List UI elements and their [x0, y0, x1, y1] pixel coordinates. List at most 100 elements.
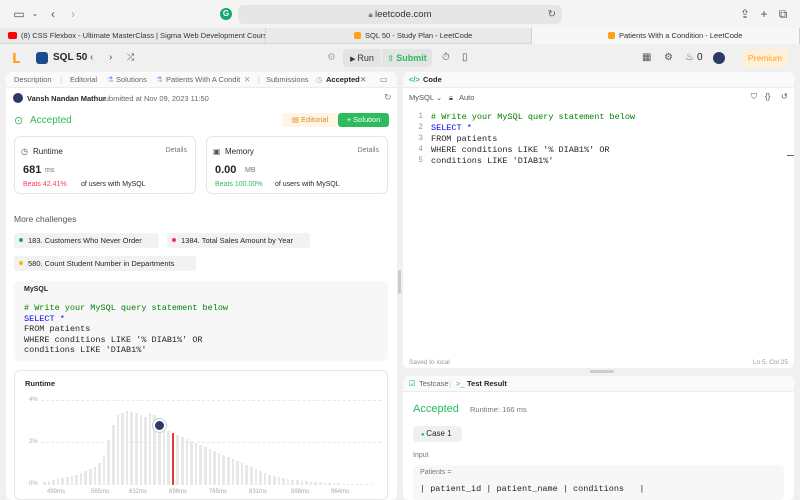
- streak-count: 0: [697, 52, 703, 63]
- your-submission-avatar[interactable]: [153, 419, 166, 432]
- resize-handle[interactable]: [590, 370, 614, 373]
- timer-icon[interactable]: ⏱︎: [442, 52, 450, 63]
- histogram-bar: [148, 413, 152, 485]
- histogram-bar: [199, 445, 202, 485]
- histogram-bar: [52, 480, 55, 485]
- close-icon[interactable]: ✕: [244, 72, 250, 88]
- memory-unit: MB: [245, 167, 256, 174]
- add-solution-button[interactable]: + Solution: [338, 113, 389, 127]
- code-content: # Write your MySQL query statement below…: [24, 303, 384, 358]
- histogram-bar: [66, 477, 69, 485]
- histogram-bar: [47, 481, 51, 485]
- leetcode-logo-icon[interactable]: ᒪ: [12, 51, 20, 67]
- code-editor-panel: </> Code MySQL ⌄ 🔒︎ Auto ⛉ {} ↺ 1 2 3 4 …: [403, 72, 794, 368]
- x-tick: 831ms: [249, 489, 268, 495]
- shuffle-icon[interactable]: ⤮: [127, 52, 134, 63]
- reload-icon[interactable]: ↻: [548, 5, 556, 24]
- runtime-details-link[interactable]: Details: [166, 147, 187, 154]
- histogram-bar: [213, 451, 216, 485]
- notes-icon[interactable]: ▯: [462, 52, 468, 63]
- divider: |: [60, 75, 62, 84]
- histogram-bar: [93, 467, 97, 485]
- run-button[interactable]: ▶ Run: [343, 49, 381, 67]
- case-1-tab[interactable]: ● Case 1: [413, 426, 462, 442]
- scroll-marker: [787, 155, 794, 156]
- histogram-bar: [268, 475, 271, 485]
- tab-accepted[interactable]: Accepted: [326, 72, 360, 88]
- challenge-chip[interactable]: 183. Customers Who Never Order: [14, 233, 159, 248]
- challenge-chip[interactable]: 580. Count Student Number in Departments: [14, 256, 196, 271]
- result-status: Accepted: [413, 403, 459, 415]
- collapse-icon[interactable]: ▭: [380, 72, 387, 88]
- debug-icon[interactable]: ⚙︎: [327, 52, 336, 63]
- memory-details-link[interactable]: Details: [358, 147, 379, 154]
- runtime-title: Runtime: [33, 147, 63, 156]
- browser-tab-label: SQL 50 - Study Plan - LeetCode: [365, 31, 473, 40]
- challenge-chip[interactable]: 1384. Total Sales Amount by Year: [167, 233, 310, 248]
- language-select[interactable]: MySQL ⌄: [409, 93, 442, 102]
- leetcode-icon: [354, 32, 361, 39]
- auto-mode[interactable]: Auto: [459, 93, 474, 102]
- code-line: SELECT *: [431, 123, 472, 133]
- histogram-bar: [240, 463, 244, 485]
- medium-dot-icon: [19, 261, 23, 265]
- histogram-bar: [222, 455, 225, 485]
- format-icon[interactable]: {}: [765, 92, 770, 101]
- tab-test-result[interactable]: Test Result: [467, 376, 507, 392]
- editorial-button[interactable]: ▤ Editorial: [282, 113, 338, 127]
- study-plan-title[interactable]: SQL 50: [53, 52, 87, 63]
- next-problem-icon[interactable]: ›: [109, 52, 112, 63]
- histogram-bar: [342, 484, 345, 485]
- premium-button[interactable]: Premium: [742, 49, 788, 67]
- reset-icon[interactable]: ↺: [781, 92, 788, 101]
- avatar[interactable]: [713, 52, 725, 64]
- runtime-beats: Beats 42.41%: [23, 181, 67, 188]
- x-tick: 898ms: [291, 489, 310, 495]
- sidebar-toggle-icon[interactable]: ▭: [12, 7, 26, 21]
- close-icon[interactable]: ✕: [360, 72, 366, 88]
- forward-icon[interactable]: ›: [66, 7, 80, 21]
- tab-overview-icon[interactable]: ⧉: [776, 7, 790, 21]
- memory-title: Memory: [225, 147, 254, 156]
- tab-solutions[interactable]: Solutions: [116, 72, 147, 88]
- histogram-bar: [351, 484, 354, 485]
- avatar: [13, 93, 23, 103]
- editor-body[interactable]: 1 2 3 4 5 # Write your MySQL query state…: [403, 110, 794, 170]
- tab-testcase[interactable]: Testcase: [419, 376, 449, 392]
- refresh-icon[interactable]: ↻: [384, 92, 392, 103]
- back-icon[interactable]: ‹: [46, 7, 60, 21]
- histogram-bar: [286, 479, 290, 485]
- browser-tab-problem[interactable]: Patients With a Condition - LeetCode: [532, 28, 800, 44]
- grammarly-icon[interactable]: G: [220, 8, 232, 20]
- address-bar[interactable]: 🔒︎ leetcode.com ↻: [238, 5, 562, 24]
- browser-tabs: (8) CSS Flexbox - Ultimate MasterClass |…: [0, 28, 800, 44]
- var-label: Patients =: [420, 469, 452, 476]
- submitter-name[interactable]: Vansh Nandan Mathur: [27, 94, 106, 103]
- histogram-bar: [84, 471, 87, 485]
- resize-handle[interactable]: [398, 270, 401, 294]
- browser-tab-youtube[interactable]: (8) CSS Flexbox - Ultimate MasterClass |…: [0, 28, 266, 44]
- leetcode-icon: [608, 32, 615, 39]
- x-tick: 698ms: [169, 489, 188, 495]
- runtime-histogram: [43, 401, 379, 485]
- book-icon: ▤: [291, 115, 302, 124]
- histogram-bar: [227, 457, 230, 485]
- prev-problem-icon[interactable]: ‹: [90, 52, 93, 63]
- tab-problem[interactable]: Patients With A Conditi: [166, 72, 240, 88]
- layout-icon[interactable]: ▦: [642, 52, 651, 63]
- submit-button[interactable]: ⇧ Submit: [382, 49, 432, 67]
- tab-description[interactable]: Description: [14, 72, 52, 88]
- share-icon[interactable]: ⇪: [738, 7, 752, 21]
- divider: |: [258, 75, 260, 84]
- streak-icon[interactable]: ♨︎: [685, 52, 694, 63]
- x-tick: 964ms: [331, 489, 350, 495]
- bookmark-icon[interactable]: ⛉: [751, 92, 757, 102]
- tab-editorial[interactable]: Editorial: [70, 72, 97, 88]
- settings-icon[interactable]: ⚙︎: [664, 52, 673, 63]
- tab-submissions[interactable]: Submissions: [266, 72, 309, 88]
- code-line: conditions LIKE 'DIAB1%': [431, 156, 554, 166]
- chevron-down-icon[interactable]: ⌄: [28, 7, 42, 21]
- x-tick: 565ms: [91, 489, 110, 495]
- new-tab-icon[interactable]: +: [757, 7, 771, 21]
- browser-tab-study-plan[interactable]: SQL 50 - Study Plan - LeetCode: [266, 28, 532, 44]
